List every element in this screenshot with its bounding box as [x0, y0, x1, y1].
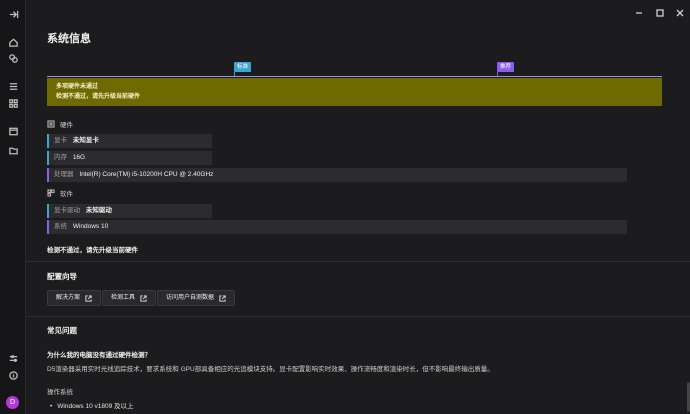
row-label: 显卡 — [54, 137, 67, 144]
row-label: 系统 — [54, 223, 67, 230]
faq-heading: 常见问题 — [47, 326, 77, 335]
library-icon[interactable] — [7, 80, 19, 92]
left-sidebar: D — [0, 0, 26, 414]
software-icon — [47, 189, 55, 197]
hardware-row-cpu: 处理器 Intel(R) Core(TM) i5-10200H CPU @ 2.… — [47, 168, 627, 182]
progress-track — [47, 76, 662, 77]
row-status-bar — [47, 220, 49, 234]
home-icon[interactable] — [7, 36, 19, 48]
row-value: 未知显卡 — [72, 137, 99, 144]
avatar[interactable]: D — [6, 396, 19, 409]
detection-tool-button[interactable]: 检测工具 — [102, 290, 157, 306]
hardware-row-gpu: 显卡 未知显卡 — [47, 134, 212, 148]
solution-button-label: 解决方案 — [56, 295, 81, 301]
faq-answer: D5渲染器采用实时光线追踪技术，要求系统和 GPU部具备相应的光追模块支持。显卡… — [47, 366, 494, 373]
expand-sidebar-icon[interactable] — [7, 8, 19, 20]
user-test-data-button-label: 访问用户自测数据 — [166, 295, 215, 301]
row-status-bar — [47, 204, 49, 218]
software-row-os: 系统 Windows 10 — [47, 220, 627, 234]
row-status-bar — [47, 134, 49, 148]
list-item: Windows 10 v1809 及以上 — [50, 400, 133, 410]
folder-icon[interactable] — [7, 144, 19, 156]
result-message: 检测不通过，请先升级当前硬件 — [47, 247, 138, 254]
hardware-heading: 硬件 — [47, 119, 73, 129]
row-value: Windows 10 — [72, 223, 109, 230]
settings-sliders-icon[interactable] — [7, 352, 19, 364]
hardware-icon — [47, 120, 55, 128]
recommended-marker: 推荐 — [497, 62, 515, 72]
help-icon[interactable] — [7, 369, 19, 381]
main-content: 系统信息 标准 推荐 多项硬件未通过 检测不通过，请先升级当前硬件 硬件 显卡 … — [26, 0, 690, 414]
row-value: 16G — [72, 154, 86, 161]
external-link-icon — [85, 294, 92, 302]
section-divider — [26, 261, 690, 262]
warning-title: 多项硬件未通过 — [56, 84, 99, 90]
standard-marker: 标准 — [234, 62, 252, 72]
section-divider — [26, 316, 690, 317]
software-heading-label: 软件 — [60, 191, 73, 198]
hardware-heading-label: 硬件 — [60, 122, 73, 129]
solution-button[interactable]: 解决方案 — [47, 290, 102, 306]
apps-grid-icon[interactable] — [7, 97, 19, 109]
row-value: 未知驱动 — [85, 207, 112, 214]
row-status-bar — [47, 168, 49, 182]
row-label: 显卡驱动 — [54, 207, 80, 214]
os-requirements-heading: 操作系统 — [47, 389, 73, 396]
link-icon[interactable] — [7, 52, 19, 64]
software-row-driver: 显卡驱动 未知驱动 — [47, 204, 212, 218]
external-link-icon — [219, 294, 226, 302]
row-status-bar — [47, 151, 49, 165]
faq-question: 为什么我的电脑没有通过硬件检测？ — [47, 352, 151, 359]
detection-tool-button-label: 检测工具 — [111, 295, 136, 301]
warning-message: 检测不通过，请先升级当前硬件 — [56, 94, 141, 100]
software-heading: 软件 — [47, 188, 73, 198]
hardware-row-memory: 内存 16G — [47, 151, 212, 165]
page-title: 系统信息 — [47, 33, 91, 45]
window-icon[interactable] — [7, 125, 19, 137]
warning-banner: 多项硬件未通过 检测不通过，请先升级当前硬件 — [47, 78, 662, 106]
row-label: 处理器 — [54, 171, 74, 178]
user-test-data-button[interactable]: 访问用户自测数据 — [157, 290, 236, 306]
row-label: 内存 — [54, 154, 67, 161]
row-value: Intel(R) Core(TM) i5-10200H CPU @ 2.40GH… — [79, 171, 214, 178]
external-link-icon — [140, 294, 147, 302]
guide-heading: 配置向导 — [47, 272, 77, 281]
